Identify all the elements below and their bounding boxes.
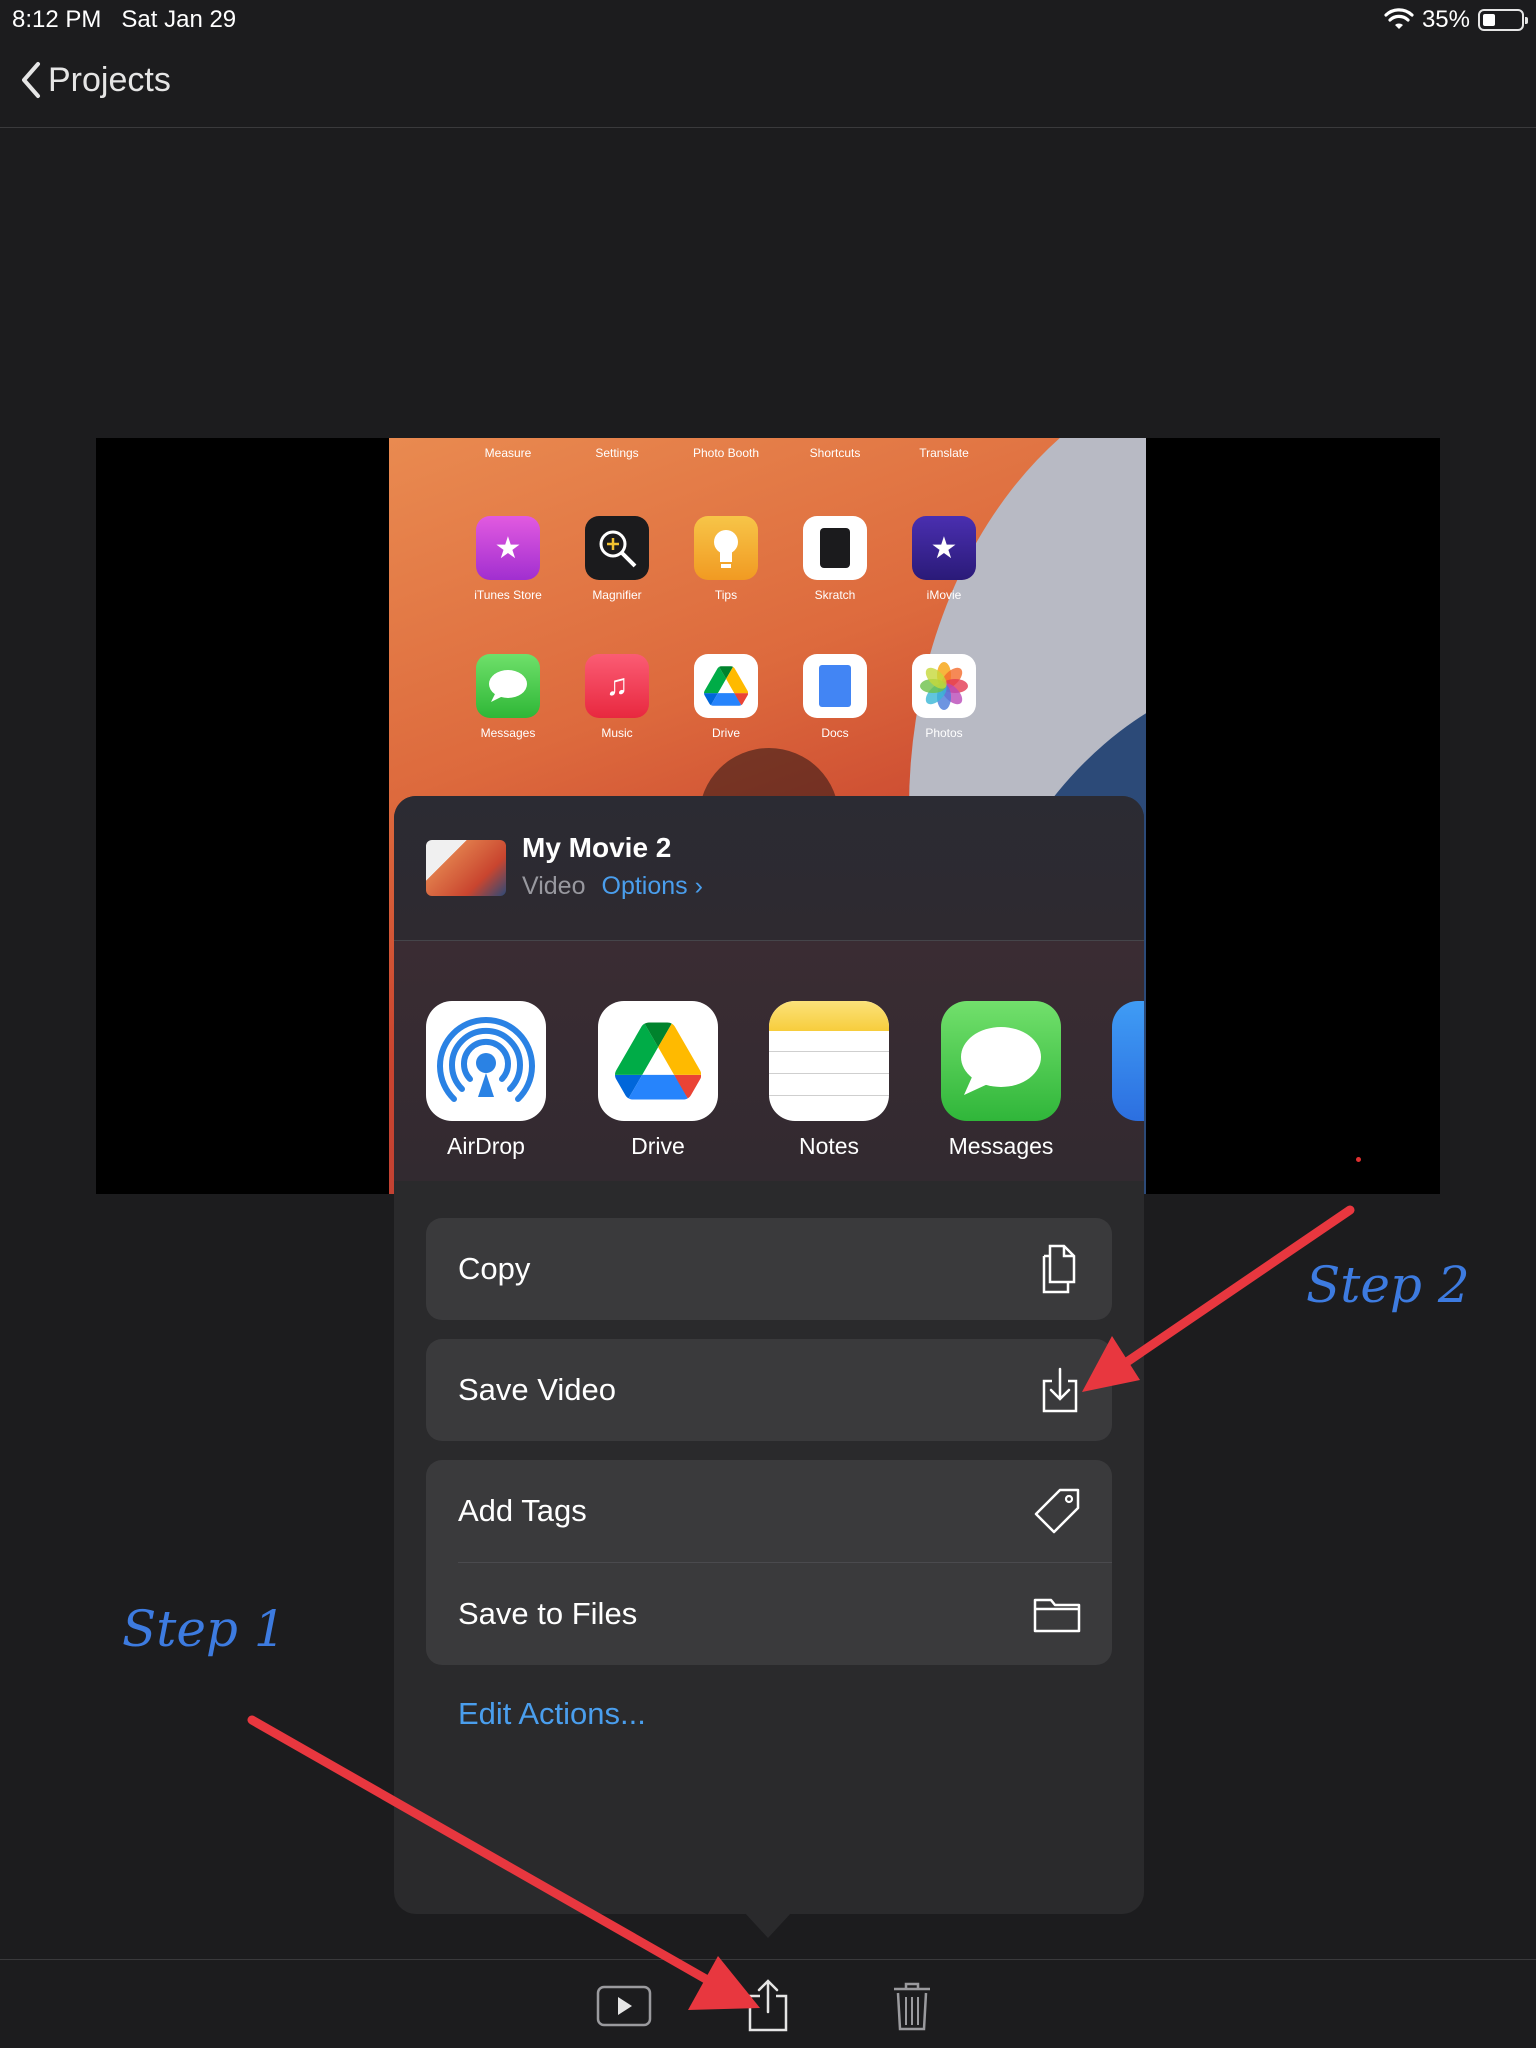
preview-app-messages: Messages: [453, 654, 563, 740]
music-icon: ♫: [585, 654, 649, 718]
status-date: Sat Jan 29: [121, 6, 237, 33]
save-video-label: Save Video: [458, 1372, 616, 1407]
play-button[interactable]: [592, 1976, 656, 2036]
play-icon: [596, 1985, 652, 2027]
share-app-partial[interactable]: [1112, 1001, 1144, 1121]
share-app-label: Drive: [631, 1133, 685, 1159]
preview-app-photos: Photos: [889, 654, 999, 740]
toolbar-divider: [0, 1959, 1536, 1960]
movie-thumbnail: [426, 840, 506, 896]
share-app-label: Notes: [798, 1133, 860, 1159]
magnifier-icon: [585, 516, 649, 580]
red-dot: [1356, 1157, 1361, 1162]
preview-app-photo-booth: Photo Booth: [692, 446, 760, 460]
copy-action[interactable]: Copy: [426, 1218, 1112, 1320]
mail-icon: [1112, 1001, 1144, 1121]
options-link[interactable]: Options ›: [602, 872, 703, 901]
action-group-1: Copy: [426, 1218, 1112, 1320]
preview-app-shortcuts: Shortcuts: [809, 446, 861, 460]
preview-app-skratch: Skratch: [780, 516, 890, 602]
step2-annotation: Step 2: [1306, 1256, 1470, 1314]
save-to-files-label: Save to Files: [458, 1596, 638, 1631]
popover-arrow: [744, 1912, 792, 1938]
share-sheet-header: My Movie 2 Video Options ›: [394, 796, 1144, 940]
copy-label: Copy: [458, 1251, 531, 1286]
share-button[interactable]: [736, 1976, 800, 2036]
edit-actions-link[interactable]: Edit Actions...: [458, 1696, 646, 1732]
messages-icon: [941, 1001, 1061, 1121]
wifi-icon: [1384, 8, 1414, 29]
trash-icon: [894, 1982, 930, 2031]
preview-app-tips: Tips: [671, 516, 781, 602]
back-label: Projects: [48, 60, 171, 99]
drive-icon: [598, 1001, 718, 1121]
share-app-messages[interactable]: Messages: [941, 1001, 1061, 1160]
battery-icon: [1478, 9, 1528, 31]
preview-app-itunes: ★ iTunes Store: [453, 516, 563, 602]
step1-annotation: Step 1: [122, 1600, 286, 1658]
imovie-icon: ★: [912, 516, 976, 580]
share-apps-row: AirDrop Drive Notes Messages: [394, 941, 1144, 1181]
add-tags-label: Add Tags: [458, 1493, 587, 1528]
preview-app-magnifier: Magnifier: [562, 516, 672, 602]
preview-app-translate: Translate: [919, 446, 969, 460]
docs-icon: [803, 654, 867, 718]
skratch-icon: [803, 516, 867, 580]
photos-icon: [912, 654, 976, 718]
preview-app-drive: Drive: [671, 654, 781, 740]
download-icon: [1042, 1367, 1078, 1413]
action-group-3: Add Tags Save to Files: [426, 1460, 1112, 1665]
preview-app-settings: Settings: [595, 446, 639, 460]
notes-icon: [769, 1001, 889, 1121]
share-app-label: AirDrop: [447, 1133, 525, 1159]
airdrop-icon: [426, 1001, 546, 1121]
movie-title: My Movie 2: [522, 832, 672, 863]
delete-button[interactable]: [880, 1976, 944, 2036]
chevron-left-icon: [22, 62, 40, 98]
lightbulb-icon: [694, 516, 758, 580]
share-sheet: My Movie 2 Video Options › AirDrop Drive…: [394, 796, 1144, 1914]
nav-divider: [0, 127, 1536, 128]
share-app-drive[interactable]: Drive: [598, 1001, 718, 1160]
movie-type-label: Video: [522, 872, 586, 900]
star-icon: ★: [476, 516, 540, 580]
share-icon: [748, 1979, 788, 2032]
back-button[interactable]: Projects: [20, 60, 171, 100]
messages-icon: [476, 654, 540, 718]
preview-app-imovie: ★ iMovie: [889, 516, 999, 602]
copy-icon: [1042, 1244, 1076, 1294]
share-app-airdrop[interactable]: AirDrop: [426, 1001, 546, 1160]
action-group-2: Save Video: [426, 1339, 1112, 1441]
save-to-files-action[interactable]: Save to Files: [426, 1563, 1112, 1665]
save-video-action[interactable]: Save Video: [426, 1339, 1112, 1441]
chevron-right-icon: ›: [694, 872, 703, 900]
battery-percent: 35%: [1421, 6, 1470, 33]
add-tags-action[interactable]: Add Tags: [426, 1460, 1112, 1562]
preview-app-music: ♫ Music: [562, 654, 672, 740]
status-indicators: 35%: [1384, 6, 1528, 34]
preview-app-docs: Docs: [780, 654, 890, 740]
tag-icon: [1034, 1488, 1080, 1534]
preview-app-measure: Measure: [484, 446, 532, 460]
status-time: 8:12 PM Sat Jan 29: [12, 6, 237, 33]
drive-icon: [694, 654, 758, 718]
folder-icon: [1033, 1598, 1081, 1633]
share-app-notes[interactable]: Notes: [769, 1001, 889, 1160]
share-app-label: Messages: [948, 1133, 1054, 1159]
